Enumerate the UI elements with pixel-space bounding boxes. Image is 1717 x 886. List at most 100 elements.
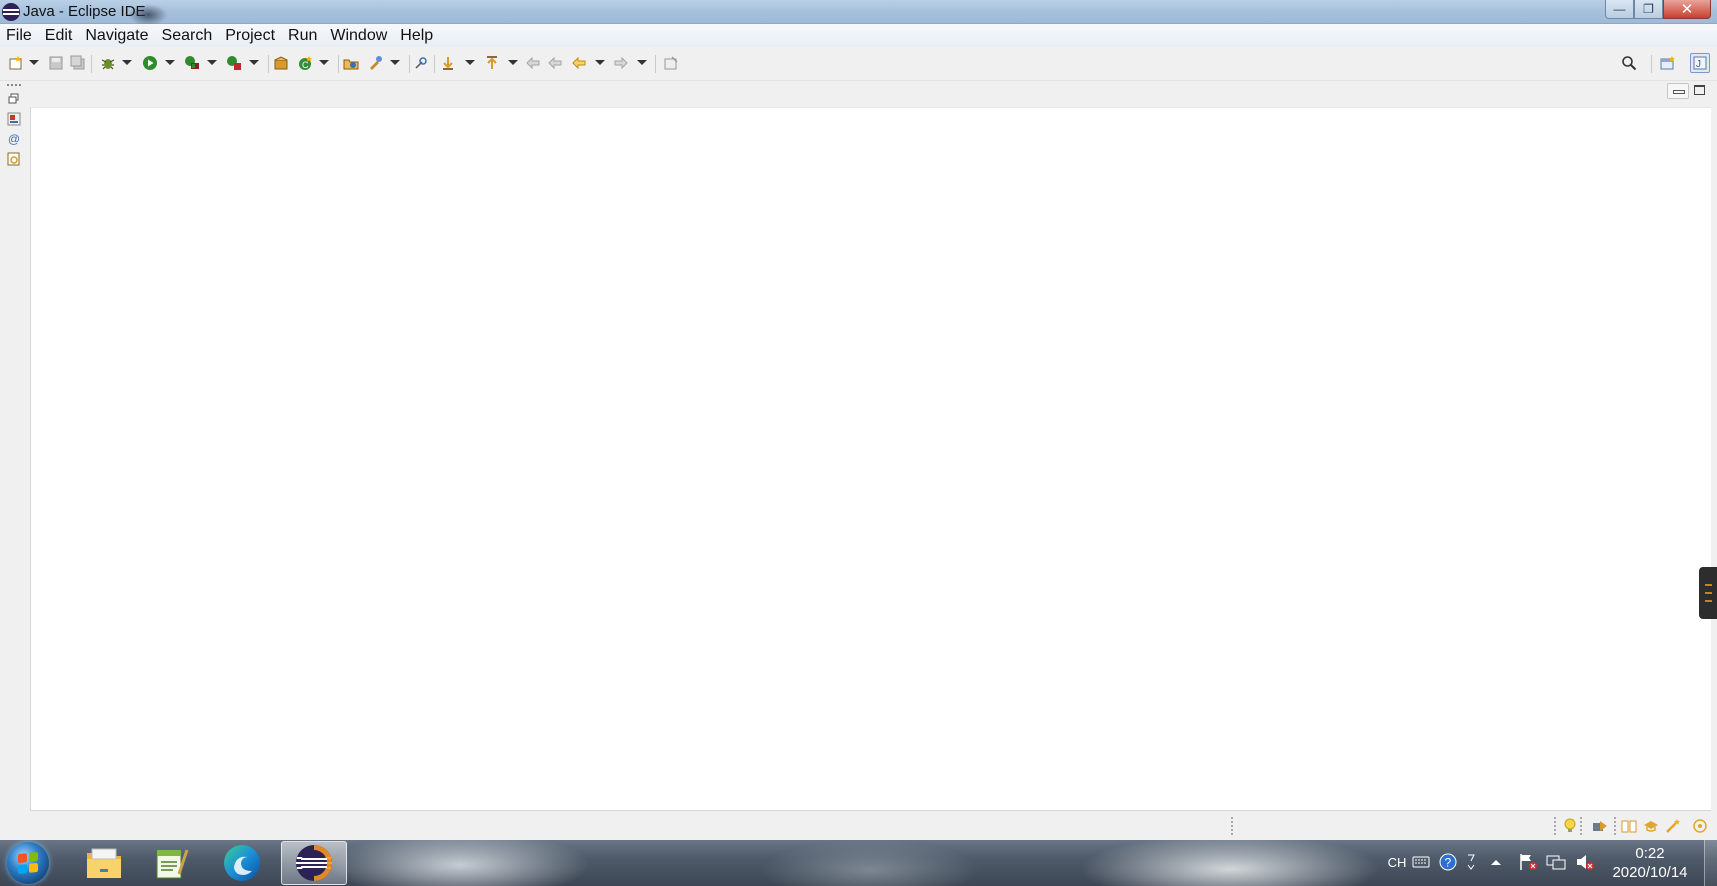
minimize-icon[interactable] [1667, 83, 1689, 99]
toolbar-separator [338, 55, 339, 73]
toolbar-separator [91, 55, 92, 73]
search-icon[interactable] [1621, 55, 1637, 71]
debug-dropdown[interactable] [122, 60, 132, 65]
external-tools-icon[interactable] [226, 55, 242, 71]
svg-text:C: C [302, 60, 309, 70]
help-icon[interactable]: ? [1438, 852, 1458, 872]
edge-icon[interactable] [209, 841, 275, 885]
handle-mark [1705, 584, 1712, 586]
next-annotation-dropdown[interactable] [465, 60, 475, 65]
toolbar-separator [1651, 55, 1652, 73]
file-explorer-icon[interactable] [71, 841, 137, 885]
minimize-icon: — [1613, 2, 1626, 16]
title-bar[interactable]: Java - Eclipse IDE — ❐ ✕ [0, 0, 1717, 26]
declaration-icon[interactable] [6, 151, 22, 167]
wallpaper-region [760, 840, 980, 886]
clock-date: 2020/10/14 [1612, 864, 1688, 881]
toolbar-separator [434, 55, 435, 73]
restore-button[interactable]: ❐ [1634, 0, 1663, 19]
open-task-icon[interactable] [367, 55, 383, 71]
whats-new-icon[interactable] [1665, 818, 1681, 834]
coverage-icon[interactable] [184, 55, 200, 71]
taskbar: CH ? 0:22 2020/10/14 [0, 840, 1717, 886]
show-desktop-button[interactable] [1704, 840, 1717, 886]
window-controls: — ❐ ✕ [1605, 0, 1711, 20]
title-bar-decoration [128, 4, 168, 26]
network-icon[interactable] [1546, 852, 1566, 872]
save-icon[interactable] [48, 55, 64, 71]
action-center-icon[interactable] [1518, 852, 1538, 872]
toolbar-separator [655, 55, 656, 73]
toolbar-separator [268, 55, 269, 73]
package-explorer-icon[interactable] [6, 111, 22, 127]
debug-icon[interactable] [100, 55, 116, 71]
open-type-icon[interactable] [343, 55, 359, 71]
new-java-package-icon[interactable] [273, 55, 289, 71]
show-hidden-icon[interactable] [1486, 852, 1506, 872]
main-toolbar: C J [0, 47, 1717, 81]
back-icon[interactable] [547, 55, 563, 71]
handle-mark [1705, 592, 1712, 594]
volume-muted-icon[interactable] [1575, 852, 1595, 872]
samples-icon[interactable] [1643, 818, 1659, 834]
menu-window[interactable]: Window [324, 24, 394, 47]
start-button[interactable] [7, 842, 49, 884]
windows-logo-icon [18, 851, 38, 875]
previous-annotation-icon[interactable] [484, 55, 500, 71]
menu-help[interactable]: Help [394, 24, 440, 47]
close-button[interactable]: ✕ [1663, 0, 1711, 19]
open-task-dropdown[interactable] [390, 60, 400, 65]
eclipse-taskbar-button[interactable] [281, 841, 347, 885]
previous-annotation-dropdown[interactable] [508, 60, 518, 65]
menu-navigate[interactable]: Navigate [79, 24, 155, 47]
new-dropdown[interactable] [29, 60, 39, 65]
run-icon[interactable] [142, 55, 158, 71]
external-tools-dropdown[interactable] [249, 60, 259, 65]
side-panel-handle[interactable] [1699, 567, 1717, 619]
forward-dropdown[interactable] [637, 60, 647, 65]
toggle-mark-occurrences-icon[interactable] [413, 55, 429, 71]
back-nav-icon[interactable] [571, 55, 587, 71]
input-arrow-icon[interactable] [1461, 852, 1481, 872]
system-clock[interactable]: 0:22 2020/10/14 [1600, 844, 1700, 882]
menu-edit[interactable]: Edit [39, 24, 80, 47]
menu-file[interactable]: File [0, 24, 39, 47]
last-edit-location-icon[interactable] [525, 55, 541, 71]
back-dropdown[interactable] [595, 60, 605, 65]
language-indicator[interactable]: CH [1384, 852, 1410, 872]
new-icon[interactable] [8, 55, 24, 71]
new-java-class-icon[interactable]: C [297, 55, 313, 71]
menu-bar: File Edit Navigate Search Project Run Wi… [0, 24, 1717, 47]
menu-search[interactable]: Search [156, 24, 220, 47]
save-all-icon[interactable] [70, 55, 86, 71]
maximize-icon[interactable] [1694, 85, 1705, 95]
minimize-button[interactable]: — [1605, 0, 1634, 19]
javadoc-icon[interactable]: @ [6, 131, 22, 147]
run-dropdown[interactable] [165, 60, 175, 65]
overview-icon[interactable] [1692, 818, 1708, 834]
keyboard-icon[interactable] [1411, 852, 1431, 872]
status-separator [1580, 817, 1582, 835]
notepad-icon[interactable] [137, 841, 203, 885]
welcome-icon[interactable] [1592, 818, 1608, 834]
wallpaper-region [330, 840, 590, 886]
pin-editor-icon[interactable] [663, 55, 679, 71]
java-perspective-icon[interactable]: J [1690, 53, 1710, 73]
forward-icon[interactable] [613, 55, 629, 71]
tip-icon[interactable] [1562, 818, 1578, 834]
next-annotation-icon[interactable] [440, 55, 456, 71]
clock-time: 0:22 [1635, 845, 1665, 862]
svg-text:?: ? [1445, 856, 1452, 870]
restore-icon: ❐ [1643, 2, 1654, 16]
restore-icon[interactable] [6, 91, 22, 107]
open-perspective-icon[interactable] [1660, 55, 1676, 71]
menu-run[interactable]: Run [282, 24, 324, 47]
drag-handle[interactable] [7, 84, 21, 86]
status-separator [1231, 817, 1233, 835]
coverage-dropdown[interactable] [207, 60, 217, 65]
toolbar-separator [409, 55, 410, 73]
editor-area[interactable] [30, 107, 1711, 811]
new-java-class-dropdown[interactable] [319, 60, 329, 65]
menu-project[interactable]: Project [219, 24, 282, 47]
tutorials-icon[interactable] [1621, 818, 1637, 834]
